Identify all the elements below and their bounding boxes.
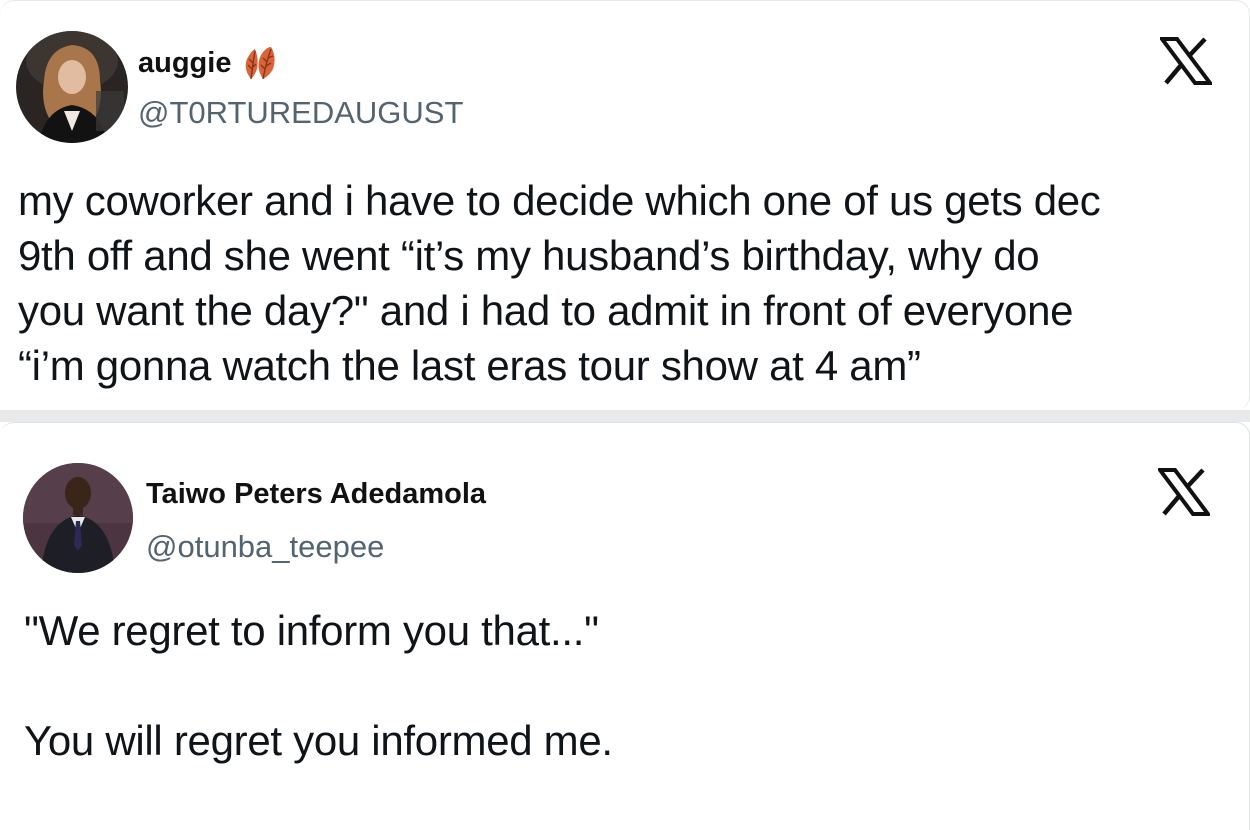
handle[interactable]: @otunba_teepee [146,529,384,565]
tweet-text-line: "We regret to inform you that..." [24,607,599,654]
leaves-icon [241,45,279,81]
tweet-text: my coworker and i have to decide which o… [18,173,1238,393]
tweet-separator [0,410,1250,422]
tweet-card-1[interactable]: auggie @T0RTUREDAUGUST my coworker and i… [0,0,1250,410]
avatar[interactable] [23,463,133,573]
tweet-text-line: you want the day?" and i had to admit in… [18,287,1074,334]
tweet-text-line: “i’m gonna watch the last eras tour show… [18,342,921,389]
tweet-text-line: You will regret you informed me. [24,717,613,764]
x-logo-icon[interactable] [1156,468,1212,516]
display-name[interactable]: auggie [138,45,279,81]
display-name-text[interactable]: auggie [138,47,231,80]
tweet-card-2[interactable]: Taiwo Peters Adedamola @otunba_teepee "W… [0,422,1250,830]
avatar[interactable] [16,31,128,143]
tweet-text-line: 9th off and she went “it’s my husband’s … [18,232,1040,279]
tweet-text-line: my coworker and i have to decide which o… [18,177,1101,224]
display-name[interactable]: Taiwo Peters Adedamola [146,478,486,511]
x-logo-icon[interactable] [1158,37,1214,85]
tweet-text: "We regret to inform you that..." You wi… [24,603,1224,768]
handle[interactable]: @T0RTUREDAUGUST [138,95,463,131]
display-name-text[interactable]: Taiwo Peters Adedamola [146,478,486,511]
